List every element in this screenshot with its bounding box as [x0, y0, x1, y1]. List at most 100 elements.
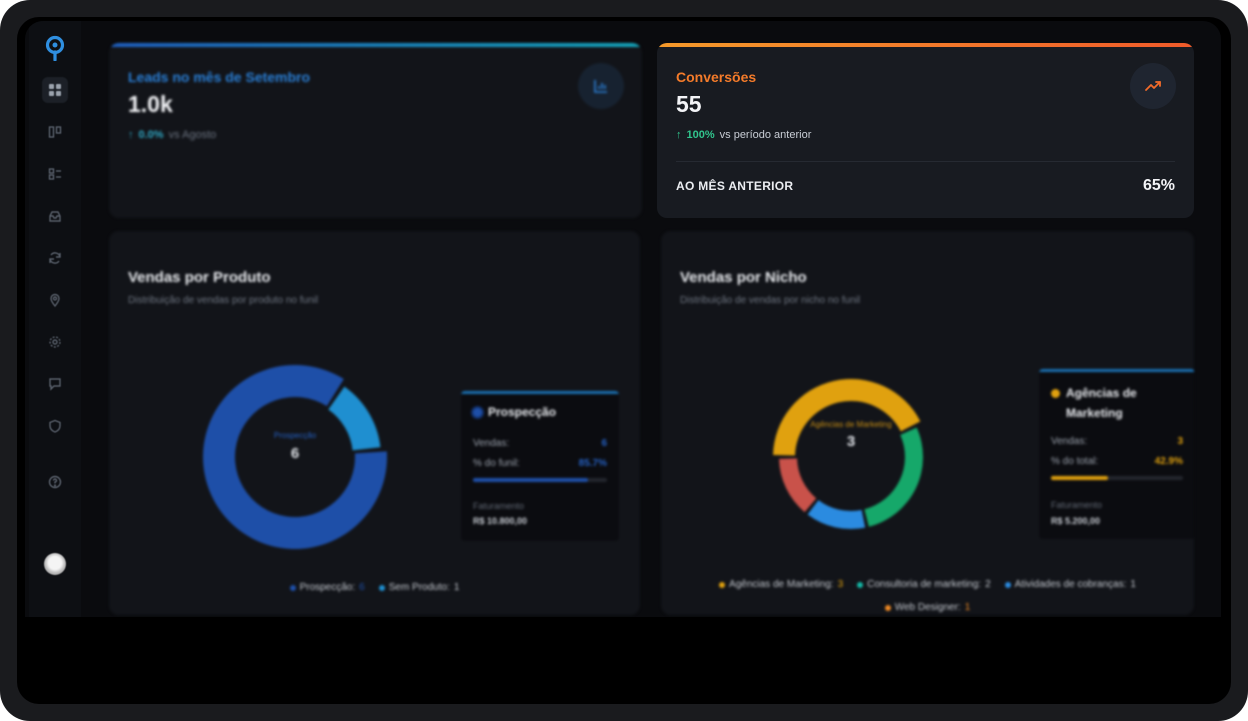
legend-item[interactable]: Agências de Marketing: 3	[719, 579, 843, 590]
settings-icon	[49, 336, 61, 348]
app-logo-icon[interactable]	[44, 35, 66, 61]
bar-chart-icon	[578, 63, 624, 109]
kpi-delta-pct: 100%	[686, 129, 715, 141]
kpi-value: 1.0k	[128, 91, 173, 117]
kpi-footer-value: 65%	[1142, 177, 1175, 194]
device-frame: Leads no mês de Setembro 1.0k ↑ 0.0% vs …	[0, 0, 1248, 721]
sidebar-item-help[interactable]	[42, 469, 68, 495]
legend-color-dot	[884, 604, 891, 611]
user-avatar[interactable]	[44, 553, 66, 575]
kpi-delta-text: vs Agosto	[168, 129, 217, 141]
kpi-delta: ↑ 0.0% vs Agosto	[128, 129, 216, 141]
dashboard-icon	[49, 84, 61, 96]
kpi-delta: ↑ 100% vs período anterior	[676, 129, 811, 141]
panel-vendas-produto: Vendas por Produto Distribuição de venda…	[109, 231, 640, 615]
kpi-title: Leads no mês de Setembro	[128, 69, 311, 85]
sidebar-item-kanban[interactable]	[42, 119, 68, 145]
legend-color-dot	[857, 581, 864, 588]
donut-center-value: 6	[290, 445, 300, 462]
kpi-footer-label: AO MÊS ANTERIOR	[676, 179, 794, 193]
trending-up-icon	[1130, 63, 1176, 109]
donut-slice-sem-produto[interactable]	[328, 386, 381, 451]
legend-item[interactable]: Sem Produto: 1	[378, 582, 460, 593]
tooltip-row-vendas: Vendas: 3	[1051, 436, 1183, 447]
tooltip-row-label: Vendas:	[473, 438, 510, 449]
legend-label: Prospecção:	[299, 582, 356, 593]
legend-color-dot	[378, 584, 385, 591]
sidebar-item-inbox[interactable]	[42, 203, 68, 229]
tooltip-header: Prospecção	[473, 405, 556, 419]
legend-label: Atividades de cobranças:	[1014, 579, 1127, 590]
legend-count: 2	[985, 579, 991, 590]
refresh-icon	[49, 252, 61, 264]
chart-tooltip: Prospecção Vendas: 6 % do funil: 85.7% F…	[461, 391, 619, 541]
legend-color-dot	[719, 581, 726, 588]
chat-icon	[49, 378, 61, 391]
panel-title: Vendas por Produto	[128, 269, 271, 286]
arrow-up-icon: ↑	[676, 129, 682, 141]
sidebar	[29, 21, 81, 617]
legend-count: 6	[359, 582, 365, 593]
legend-color-dot	[289, 584, 296, 591]
legend-item[interactable]: Web Designer: 1	[884, 602, 971, 613]
legend-count: 1	[1130, 579, 1136, 590]
donut-chart-nicho[interactable]	[761, 367, 941, 547]
kpi-card-conversions: Conversões 55 ↑ 100% vs período anterior…	[657, 43, 1194, 218]
tooltip-accent-bar	[461, 391, 619, 394]
tooltip-color-dot	[1051, 389, 1060, 398]
tooltip-color-dot	[473, 408, 482, 417]
sidebar-item-location[interactable]	[42, 287, 68, 313]
sidebar-item-chat[interactable]	[42, 371, 68, 397]
panel-subtitle: Distribuição de vendas por nicho no funi…	[680, 295, 861, 306]
tooltip-progress-track	[1051, 476, 1183, 480]
tooltip-faturamento-value: R$ 5.200,00	[1051, 516, 1101, 526]
legend-label: Web Designer:	[894, 602, 961, 613]
arrow-up-icon: ↑	[128, 129, 134, 141]
tooltip-progress-fill	[473, 478, 588, 482]
legend-item[interactable]: Prospecção: 6	[289, 582, 365, 593]
tooltip-title: Prospecção	[488, 405, 557, 419]
legend-label: Agências de Marketing:	[729, 579, 834, 590]
tooltip-row-value: 85.7%	[578, 458, 607, 469]
tooltip-row-funil: % do funil: 85.7%	[473, 458, 607, 469]
sidebar-item-settings[interactable]	[42, 329, 68, 355]
chart-legend: Web Designer: 1	[661, 602, 1194, 613]
panel-title: Vendas por Nicho	[680, 269, 807, 286]
tooltip-title: Agências de Marketing	[1066, 386, 1137, 420]
kpi-card-accent-bar	[657, 43, 1194, 47]
kpi-delta-text: vs período anterior	[719, 129, 812, 141]
sidebar-item-security[interactable]	[42, 413, 68, 439]
chart-legend: Agências de Marketing: 3 Consultoria de ma…	[661, 579, 1194, 590]
tooltip-progress-track	[473, 478, 607, 482]
legend-label: Consultoria de marketing:	[867, 579, 982, 590]
kpi-title: Conversões	[676, 69, 757, 85]
panel-subtitle: Distribuição de vendas por produto no fu…	[128, 295, 319, 306]
tooltip-row-label: Vendas:	[1051, 436, 1088, 447]
list-icon	[48, 168, 61, 180]
tooltip-header: Agências de Marketing	[1051, 383, 1183, 423]
sidebar-item-dashboard[interactable]	[42, 77, 68, 103]
inbox-icon	[49, 211, 61, 222]
tooltip-faturamento-value: R$ 10.800,00	[473, 516, 528, 526]
tooltip-row-value: 42.9%	[1154, 456, 1183, 467]
legend-color-dot	[1004, 581, 1011, 588]
tooltip-row-label: % do funil:	[473, 458, 520, 469]
tooltip-progress-fill	[1051, 476, 1108, 480]
legend-label: Sem Produto:	[388, 582, 450, 593]
tooltip-row-value: 3	[1177, 436, 1183, 447]
donut-slice-atividades-de-cobran-as[interactable]	[807, 500, 866, 529]
donut-slice-web-designer[interactable]	[779, 458, 817, 513]
panel-vendas-nicho: Vendas por Nicho Distribuição de vendas …	[661, 231, 1194, 615]
help-icon	[48, 475, 62, 489]
donut-center-label: Prospecção	[273, 431, 317, 440]
kpi-delta-pct: 0.0%	[138, 129, 164, 141]
kpi-value: 55	[676, 91, 702, 117]
sidebar-item-list[interactable]	[42, 161, 68, 187]
legend-count: 1	[964, 602, 971, 613]
location-icon	[50, 293, 60, 307]
legend-item[interactable]: Consultoria de marketing: 2	[857, 579, 991, 590]
donut-center-value: 3	[846, 433, 856, 450]
sidebar-item-sync[interactable]	[42, 245, 68, 271]
legend-item[interactable]: Atividades de cobranças: 1	[1004, 579, 1136, 590]
legend-count: 1	[453, 582, 460, 593]
